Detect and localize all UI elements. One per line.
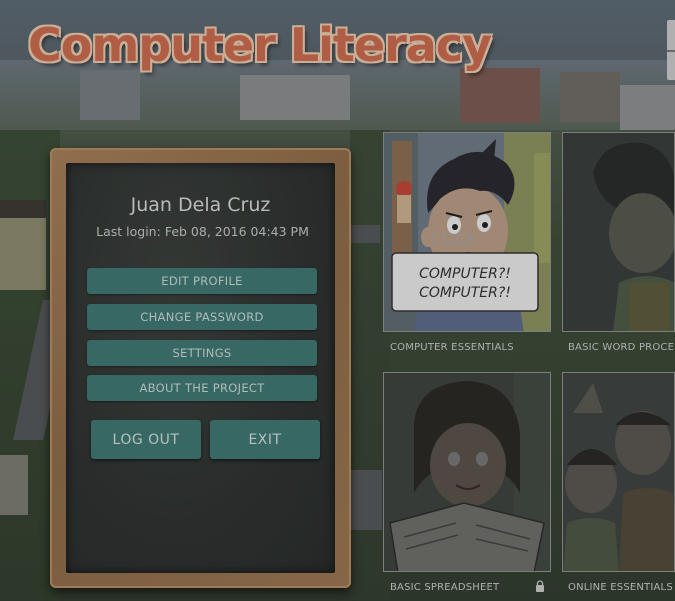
dim-overlay <box>0 0 675 601</box>
